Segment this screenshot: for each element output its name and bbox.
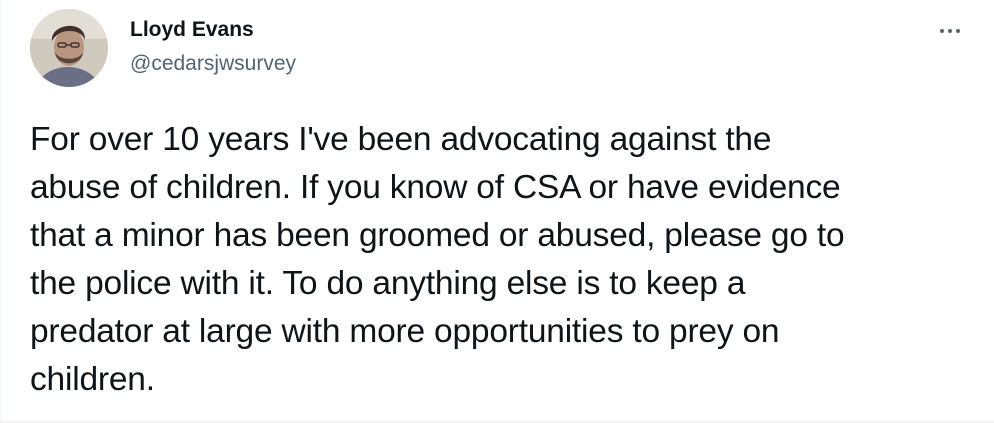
more-horizontal-icon bbox=[956, 29, 960, 33]
tweet-card: Lloyd Evans @cedarsjwsurvey For over 10 … bbox=[0, 0, 994, 423]
more-horizontal-icon bbox=[940, 29, 944, 33]
tweet-text: For over 10 years I've been advocating a… bbox=[30, 121, 845, 398]
author-handle[interactable]: @cedarsjwsurvey bbox=[130, 51, 296, 77]
more-horizontal-icon bbox=[948, 29, 952, 33]
tweet-border-left bbox=[0, 0, 1, 423]
author-display-name[interactable]: Lloyd Evans bbox=[130, 17, 254, 43]
more-options-button[interactable] bbox=[932, 18, 968, 44]
user-avatar-photo-icon bbox=[30, 9, 108, 87]
author-avatar[interactable] bbox=[30, 9, 108, 87]
